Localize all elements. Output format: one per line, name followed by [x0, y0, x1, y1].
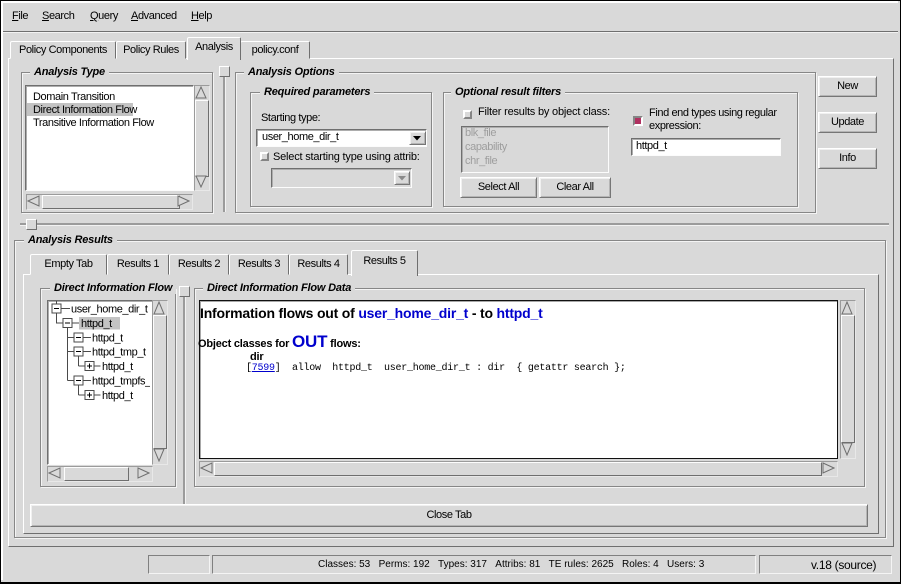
svg-text:httpd_tmp_t: httpd_tmp_t — [92, 347, 146, 359]
svg-text:httpd_t: httpd_t — [102, 361, 133, 373]
svg-text:httpd_t: httpd_t — [92, 332, 123, 344]
svg-text:httpd_t: httpd_t — [102, 390, 133, 402]
svg-text:httpd_tmpfs_t: httpd_tmpfs_t — [92, 376, 150, 388]
svg-text:user_home_dir_t: user_home_dir_t — [71, 304, 148, 316]
svg-text:httpd_t: httpd_t — [81, 318, 112, 330]
